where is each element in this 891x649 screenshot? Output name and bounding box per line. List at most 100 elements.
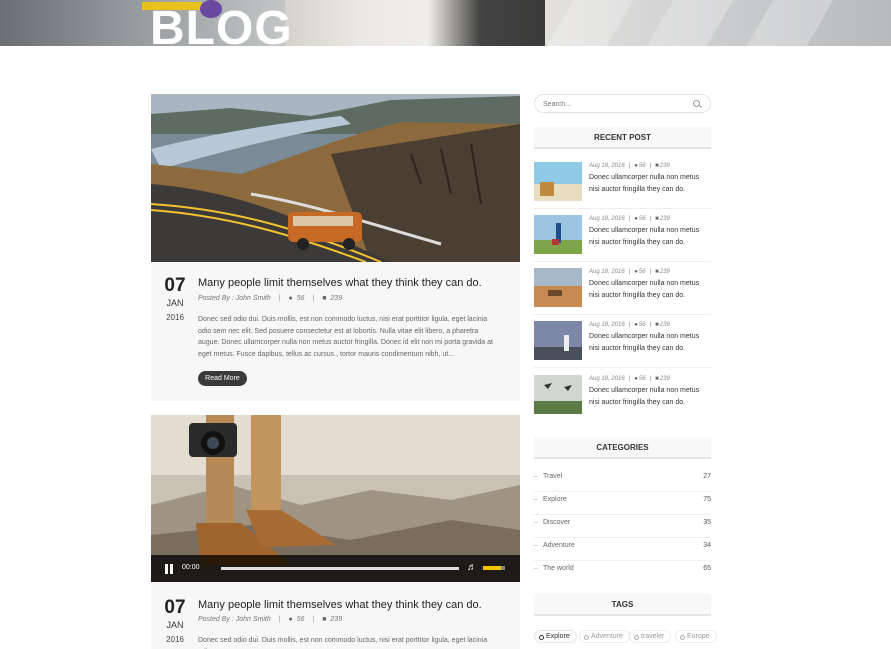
tag-item[interactable]: Explore	[534, 630, 577, 643]
post-month: JAN	[166, 298, 184, 308]
comment-icon: ■	[322, 295, 327, 302]
post-likes: 56	[296, 616, 305, 623]
volume-slider[interactable]	[483, 566, 505, 570]
blog-post: 00:00 ♬ 07 JAN 2016 Many people limit th…	[151, 415, 520, 649]
post-video[interactable]: 00:00 ♬	[151, 415, 520, 582]
post-excerpt: Donec sed odio dui. Duis mollis, est non…	[198, 637, 488, 649]
search-box	[534, 94, 711, 113]
post-meta: Posted By : John Smith | ● 56 | ■ 239	[198, 615, 342, 625]
meta-separator: |	[312, 616, 315, 623]
meta-separator: |	[278, 295, 281, 302]
recent-post-meta: Aug 18, 2016 | ●56 | ■239	[589, 376, 670, 382]
category-item[interactable]: – Discover 35	[534, 515, 711, 538]
tag-item[interactable]: traveler	[629, 630, 672, 643]
recent-post-text[interactable]: Donec ullamcorper nulla non metus nisi a…	[589, 172, 711, 195]
divider	[534, 367, 711, 368]
comment-icon: ■	[655, 216, 659, 222]
recent-post-text[interactable]: Donec ullamcorper nulla non metus nisi a…	[589, 385, 711, 408]
category-count: 65	[703, 565, 711, 572]
recent-post-date: Aug 18, 2016	[589, 163, 625, 169]
divider	[534, 261, 711, 262]
dash-icon: –	[534, 565, 538, 572]
post-title[interactable]: Many people limit themselves what they t…	[198, 276, 482, 290]
category-count: 27	[703, 473, 711, 480]
recent-post-thumbnail[interactable]	[534, 268, 582, 307]
category-item[interactable]: – The world 65	[534, 561, 711, 584]
recent-post-text[interactable]: Donec ullamcorper nulla non metus nisi a…	[589, 331, 711, 354]
post-author[interactable]: Posted By : John Smith	[198, 295, 271, 302]
recent-post-item[interactable]: Aug 18, 2016 | ●56 | ■239 Donec ullamcorper …	[534, 321, 711, 369]
recent-post-likes: 56	[638, 216, 646, 222]
post-date: 07 JAN 2016	[151, 598, 199, 646]
recent-post-item[interactable]: Aug 18, 2016 | ●56 | ■239 Donec ullamcorper …	[534, 215, 711, 263]
video-time: 00:00	[182, 564, 200, 571]
category-name[interactable]: Discover	[543, 515, 570, 531]
post-date: 07 JAN 2016	[151, 276, 199, 324]
category-name[interactable]: The world	[543, 561, 574, 577]
category-name[interactable]: Explore	[543, 492, 567, 508]
read-more-button[interactable]: Read More	[198, 371, 247, 386]
recent-post-thumbnail[interactable]	[534, 162, 582, 201]
recent-post-meta: Aug 18, 2016 | ●56 | ■239	[589, 269, 670, 275]
volume-level	[483, 566, 501, 570]
dash-icon: –	[534, 542, 538, 549]
recent-post-thumbnail[interactable]	[534, 375, 582, 414]
volume-icon[interactable]: ♬	[467, 562, 479, 574]
post-comments[interactable]: 239	[330, 616, 342, 623]
dash-icon: –	[534, 519, 538, 526]
category-item[interactable]: – Explore 75	[534, 492, 711, 515]
post-meta: Posted By : John Smith | ● 56 | ■ 239	[198, 294, 342, 304]
page-title: BLOG	[150, 2, 293, 47]
recent-post-thumbnail[interactable]	[534, 321, 582, 360]
category-item[interactable]: – Travel 27	[534, 469, 711, 492]
recent-post-heading: RECENT POST	[534, 127, 711, 149]
user-icon: ●	[634, 163, 638, 169]
pause-icon[interactable]	[165, 564, 175, 574]
hero-banner: BLOG	[0, 0, 891, 46]
category-name[interactable]: Travel	[543, 469, 562, 485]
recent-post-meta: Aug 18, 2016 | ●56 | ■239	[589, 163, 670, 169]
video-progress-track[interactable]	[221, 567, 459, 570]
recent-post-comments: 239	[659, 163, 670, 169]
search-input[interactable]	[543, 98, 683, 110]
recent-post-text[interactable]: Donec ullamcorper nulla non metus nisi a…	[589, 278, 711, 301]
video-controls: 00:00 ♬	[151, 555, 520, 582]
post-day: 07	[164, 597, 186, 618]
categories-heading: CATEGORIES	[534, 437, 711, 459]
recent-post-text[interactable]: Donec ullamcorper nulla non metus nisi a…	[589, 225, 711, 248]
divider	[534, 208, 711, 209]
hero-photo-figure	[285, 0, 545, 46]
recent-post-item[interactable]: Aug 18, 2016 | ●56 | ■239 Donec ullamcorper …	[534, 162, 711, 210]
recent-post-meta: Aug 18, 2016 | ●56 | ■239	[589, 322, 670, 328]
tags-heading: TAGS	[534, 594, 711, 616]
category-name[interactable]: Adventure	[543, 538, 575, 554]
search-icon[interactable]	[693, 100, 700, 107]
post-author[interactable]: Posted By : John Smith	[198, 616, 271, 623]
recent-post-thumbnail[interactable]	[534, 215, 582, 254]
category-item[interactable]: – Adventure 34	[534, 538, 711, 561]
recent-post-item[interactable]: Aug 18, 2016 | ●56 | ■239 Donec ullamcorper …	[534, 375, 711, 423]
dash-icon: –	[534, 496, 538, 503]
blog-post: 07 JAN 2016 Many people limit themselves…	[151, 94, 520, 401]
recent-post-date: Aug 18, 2016	[589, 322, 625, 328]
tag-item[interactable]: Adventure	[579, 630, 630, 643]
user-icon: ●	[634, 376, 638, 382]
comment-icon: ■	[655, 269, 659, 275]
meta-separator: |	[278, 616, 281, 623]
divider	[534, 314, 711, 315]
recent-post-comments: 239	[659, 376, 670, 382]
tag-item[interactable]: Europe	[675, 630, 717, 643]
hero-stripe	[746, 0, 834, 46]
comment-icon: ■	[655, 163, 659, 169]
recent-post-item[interactable]: Aug 18, 2016 | ●56 | ■239 Donec ullamcorper …	[534, 268, 711, 316]
hero-stripe	[646, 0, 734, 46]
comment-icon: ■	[655, 322, 659, 328]
recent-post-date: Aug 18, 2016	[589, 376, 625, 382]
landscape-road-image	[151, 94, 520, 262]
comment-icon: ■	[655, 376, 659, 382]
post-image[interactable]	[151, 94, 520, 262]
post-title[interactable]: Many people limit themselves what they t…	[198, 598, 482, 612]
post-likes: 56	[296, 295, 305, 302]
post-year: 2016	[166, 635, 184, 644]
post-comments[interactable]: 239	[330, 295, 342, 302]
